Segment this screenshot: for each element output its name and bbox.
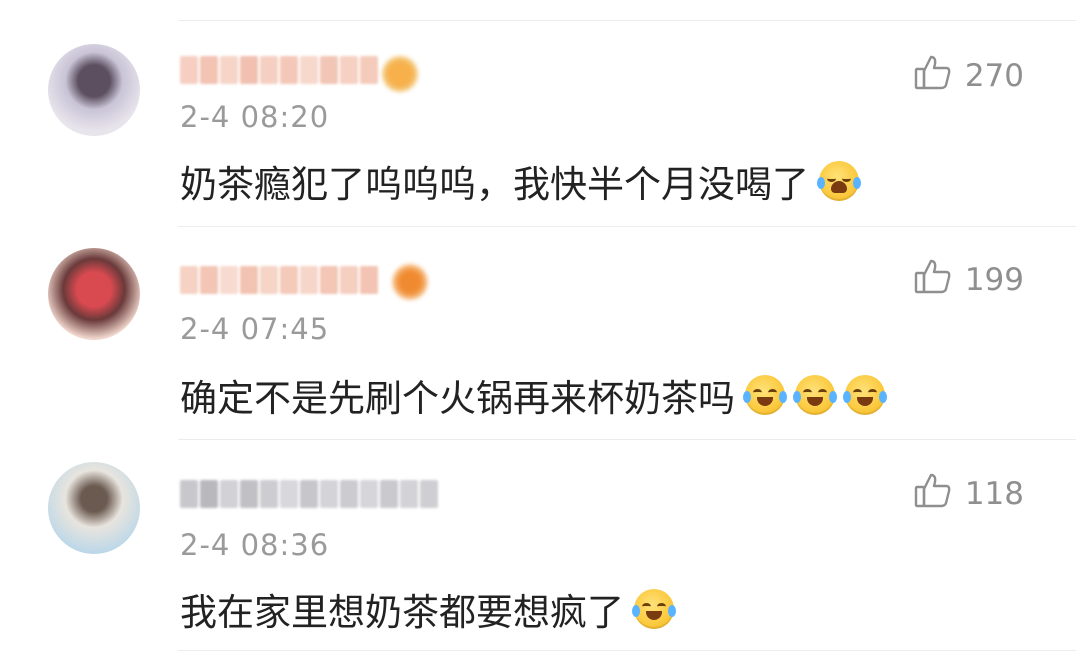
comment-timestamp: 2-4 08:36	[180, 528, 330, 562]
like-button[interactable]: 118	[913, 470, 1024, 518]
username-blurred[interactable]	[180, 52, 378, 88]
top-divider	[178, 20, 1076, 21]
like-count: 118	[964, 476, 1024, 512]
sob-emoji-icon	[817, 161, 861, 201]
comment-divider	[178, 439, 1076, 440]
thumbs-up-icon	[913, 256, 953, 304]
laugh-cry-emoji-icon	[843, 375, 887, 415]
avatar[interactable]	[48, 44, 140, 136]
username-blurred[interactable]	[180, 262, 378, 298]
comment-text: 奶茶瘾犯了呜呜呜，我快半个月没喝了	[180, 154, 861, 208]
comment-body: 奶茶瘾犯了呜呜呜，我快半个月没喝了	[180, 163, 809, 206]
bottom-divider	[178, 650, 1076, 651]
comment-divider	[178, 226, 1076, 227]
like-count: 270	[964, 58, 1024, 94]
like-button[interactable]: 270	[913, 52, 1024, 100]
avatar[interactable]	[48, 248, 140, 340]
comment-text: 我在家里想奶茶都要想疯了	[180, 582, 676, 636]
like-count: 199	[964, 262, 1024, 298]
laugh-cry-emoji-icon	[793, 375, 837, 415]
laugh-cry-emoji-icon	[743, 375, 787, 415]
comment-text: 确定不是先刷个火锅再来杯奶茶吗	[180, 368, 887, 422]
thumbs-up-icon	[913, 470, 953, 518]
avatar[interactable]	[48, 462, 140, 554]
vip-badge-icon	[392, 264, 428, 300]
laugh-cry-emoji-icon	[632, 589, 676, 629]
username-blurred[interactable]	[180, 476, 438, 512]
comment-body: 我在家里想奶茶都要想疯了	[180, 591, 624, 634]
vip-badge-icon	[382, 56, 418, 92]
comment-timestamp: 2-4 07:45	[180, 312, 330, 346]
thumbs-up-icon	[913, 52, 953, 100]
like-button[interactable]: 199	[913, 256, 1024, 304]
comment-body: 确定不是先刷个火锅再来杯奶茶吗	[180, 377, 735, 420]
comment-timestamp: 2-4 08:20	[180, 100, 330, 134]
